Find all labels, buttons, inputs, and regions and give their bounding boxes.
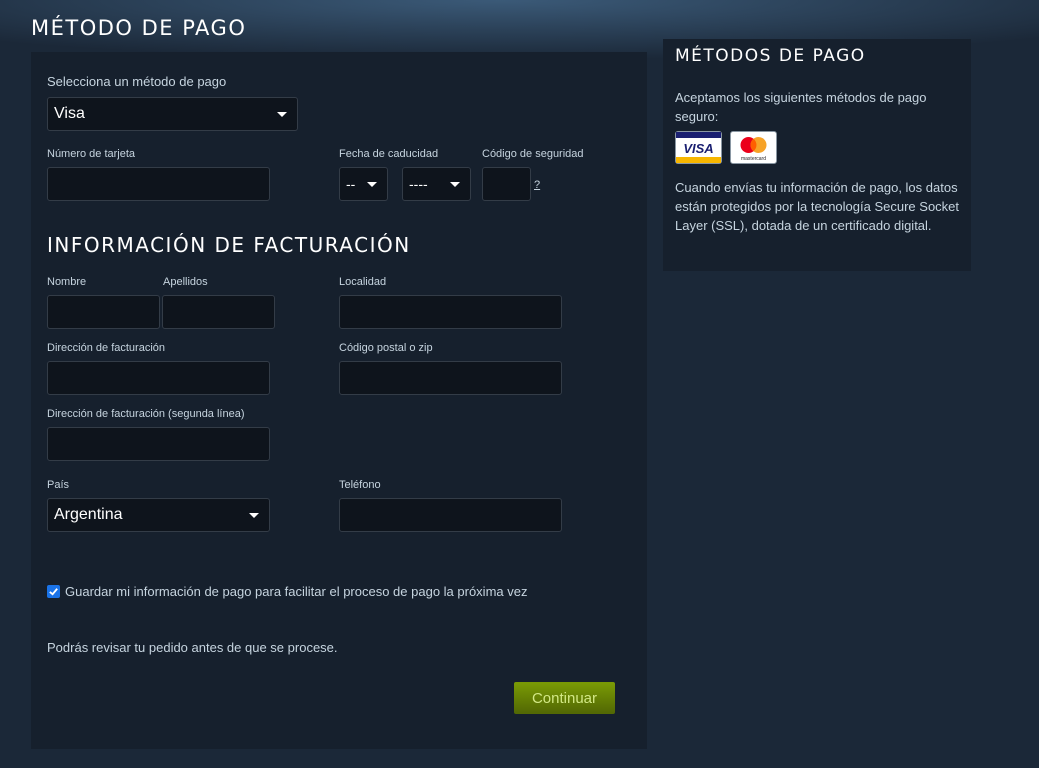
country-label: País xyxy=(47,479,70,491)
expiry-year-value: ---- xyxy=(409,176,428,192)
expiry-label: Fecha de caducidad xyxy=(339,148,439,160)
page-title: MÉTODO DE PAGO xyxy=(31,16,247,40)
sidebar-security-text: Cuando envías tu información de pago, lo… xyxy=(675,180,960,233)
chevron-down-icon xyxy=(277,111,287,117)
billing-section-title: INFORMACIÓN DE FACTURACIÓN xyxy=(47,233,411,257)
save-payment-row: Guardar mi información de pago para faci… xyxy=(47,584,527,599)
payment-methods-sidebar: MÉTODOS DE PAGO Aceptamos los siguientes… xyxy=(663,39,971,271)
address2-label: Dirección de facturación (segunda línea) xyxy=(47,408,245,420)
zip-input[interactable] xyxy=(339,361,562,395)
expiry-month-select[interactable]: -- xyxy=(339,167,388,201)
chevron-down-icon xyxy=(450,181,460,187)
address-label: Dirección de facturación xyxy=(47,342,166,354)
city-label: Localidad xyxy=(339,276,387,288)
zip-label: Código postal o zip xyxy=(339,342,433,354)
visa-card-icon: VISA xyxy=(675,131,722,164)
country-value: Argentina xyxy=(54,506,123,523)
continue-button[interactable]: Continuar xyxy=(514,682,615,714)
address2-input[interactable] xyxy=(47,427,270,461)
review-note: Podrás revisar tu pedido antes de que se… xyxy=(47,640,338,655)
payment-form-panel: Selecciona un método de pago Visa Número… xyxy=(31,52,647,749)
expiry-month-value: -- xyxy=(346,176,356,192)
phone-label: Teléfono xyxy=(339,479,381,491)
mastercard-icon: mastercard xyxy=(730,131,777,164)
payment-method-value: Visa xyxy=(54,105,85,122)
expiry-year-select[interactable]: ---- xyxy=(402,167,471,201)
security-code-help-link[interactable]: ? xyxy=(534,179,540,191)
chevron-down-icon xyxy=(249,512,259,518)
last-name-label: Apellidos xyxy=(163,276,208,288)
address-input[interactable] xyxy=(47,361,270,395)
sidebar-title: MÉTODOS DE PAGO xyxy=(675,46,866,66)
card-number-label: Número de tarjeta xyxy=(47,148,136,160)
last-name-input[interactable] xyxy=(162,295,275,329)
phone-input[interactable] xyxy=(339,498,562,532)
svg-text:VISA: VISA xyxy=(683,141,713,156)
payment-method-label: Selecciona un método de pago xyxy=(47,74,227,89)
svg-text:mastercard: mastercard xyxy=(741,156,766,162)
payment-method-select[interactable]: Visa xyxy=(47,97,298,131)
save-payment-checkbox[interactable] xyxy=(47,585,60,598)
security-code-label: Código de seguridad xyxy=(482,148,584,160)
first-name-input[interactable] xyxy=(47,295,160,329)
checkmark-icon xyxy=(49,588,58,596)
card-number-input[interactable] xyxy=(47,167,270,201)
sidebar-intro: Aceptamos los siguientes métodos de pago… xyxy=(675,90,927,124)
city-input[interactable] xyxy=(339,295,562,329)
security-code-input[interactable] xyxy=(482,167,531,201)
first-name-label: Nombre xyxy=(47,276,87,288)
save-payment-label[interactable]: Guardar mi información de pago para faci… xyxy=(65,584,527,599)
chevron-down-icon xyxy=(367,181,377,187)
country-select[interactable]: Argentina xyxy=(47,498,270,532)
